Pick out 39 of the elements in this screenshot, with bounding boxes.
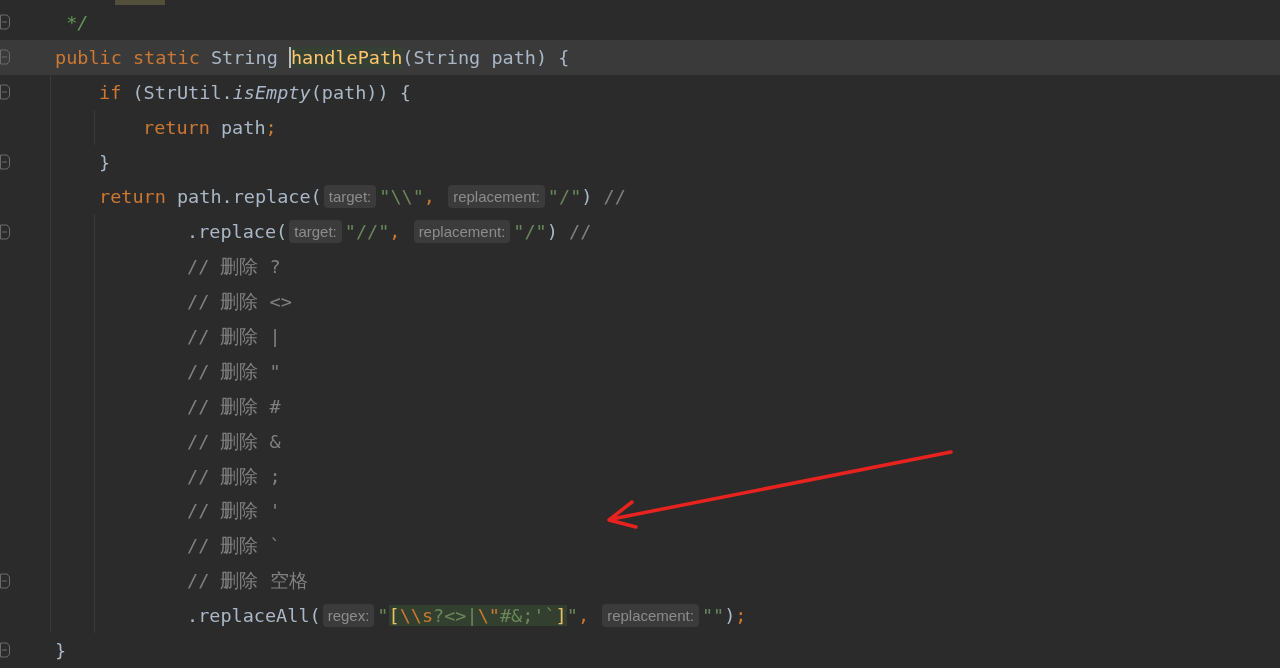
code-text: .replaceAll( — [187, 604, 321, 629]
parameter-hint: regex: — [322, 604, 375, 628]
fold-marker-icon[interactable] — [0, 49, 10, 66]
code-text: "/") // — [513, 220, 592, 245]
code-line: // 删除 <> — [187, 290, 292, 315]
fold-marker-icon[interactable] — [0, 84, 10, 101]
parameter-hint: target: — [289, 220, 342, 244]
fold-marker-icon[interactable] — [0, 572, 10, 589]
code-text: "/") // — [547, 185, 626, 210]
code-text: ""); — [701, 604, 747, 629]
code-text: "[\\s?<>|\"#&;'`]", — [377, 604, 591, 629]
code-line: if (StrUtil.isEmpty(path)) { — [99, 80, 411, 105]
code-text: "//", — [344, 220, 402, 245]
fold-marker-icon[interactable] — [0, 223, 10, 240]
code-line: // 删除 # — [187, 394, 281, 419]
code-line: // 删除 | — [187, 324, 281, 349]
code-line: public static String handlePath(String path) { — [55, 45, 570, 70]
code-line: // 删除 & — [187, 429, 281, 454]
code-text: return path.replace( — [99, 185, 322, 210]
parameter-hint: target: — [323, 185, 377, 209]
code-text: .replace( — [187, 220, 288, 245]
code-line: // 删除 ; — [187, 464, 281, 489]
code-text: "\\", — [379, 185, 436, 210]
code-line: */ — [65, 10, 89, 35]
code-line: // 删除 ' — [187, 499, 281, 524]
code-line: return path; — [143, 115, 277, 140]
parameter-hint: replacement: — [602, 604, 699, 628]
code-line: } — [55, 638, 67, 663]
code-line: // 删除 ? — [187, 255, 281, 280]
fold-marker-icon[interactable] — [0, 154, 10, 170]
code-line: // 删除 " — [187, 359, 281, 384]
fold-marker-icon[interactable] — [0, 14, 10, 31]
parameter-hint: replacement: — [448, 185, 545, 209]
fold-marker-icon[interactable] — [0, 642, 10, 659]
code-line: // 删除 空格 — [187, 569, 308, 594]
text-highlight — [115, 0, 165, 5]
code-line: } — [99, 150, 111, 175]
code-line: // 删除 ` — [187, 534, 281, 559]
parameter-hint: replacement: — [413, 220, 511, 244]
